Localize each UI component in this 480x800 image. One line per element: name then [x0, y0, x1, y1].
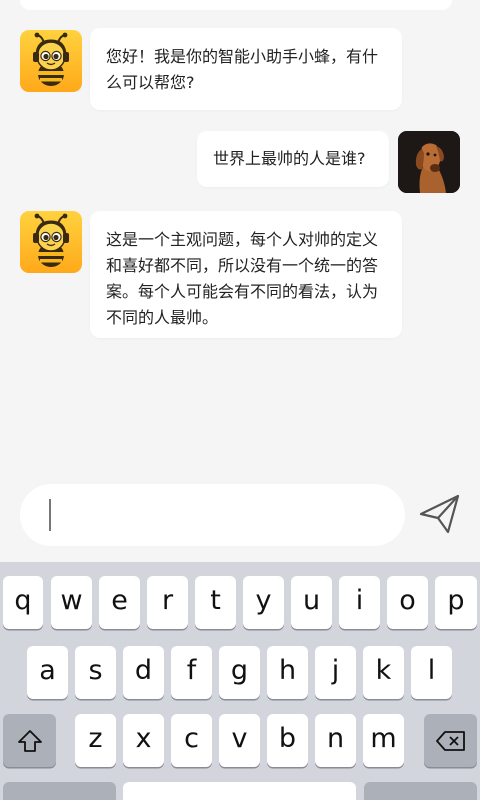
key-u[interactable]: u [291, 576, 332, 629]
key-e[interactable]: e [99, 576, 140, 629]
send-button[interactable] [418, 492, 462, 536]
message-line: 世界上最帅的人是谁? [213, 149, 366, 168]
key-y[interactable]: y [243, 576, 284, 629]
key-i[interactable]: i [339, 576, 380, 629]
key-k[interactable]: k [363, 646, 404, 699]
key-o[interactable]: o [387, 576, 428, 629]
text-caret [49, 499, 51, 531]
key-p[interactable]: p [435, 576, 477, 629]
key-s[interactable]: s [75, 646, 116, 699]
bot-message-bubble: 您好！我是你的智能小助手小蜂，有什 么可以帮您? [90, 28, 402, 110]
backspace-icon [435, 730, 465, 751]
dog-photo [398, 131, 460, 193]
return-key[interactable] [364, 782, 477, 800]
bot-avatar [20, 211, 82, 273]
space-key[interactable] [123, 782, 356, 800]
key-q[interactable]: q [3, 576, 43, 629]
message-line: 案。每个人可能会有不同的看法，认为 [106, 282, 379, 301]
key-z[interactable]: z [75, 714, 116, 767]
key-d[interactable]: d [123, 646, 164, 699]
message-line: 不同的人最帅。 [106, 308, 219, 327]
key-j[interactable]: j [315, 646, 356, 699]
key-l[interactable]: l [411, 646, 452, 699]
message-line: 您好！我是你的智能小助手小蜂，有什 [106, 47, 379, 66]
key-h[interactable]: h [267, 646, 308, 699]
key-n[interactable]: n [315, 714, 356, 767]
user-message-bubble: 世界上最帅的人是谁? [197, 131, 389, 187]
key-a[interactable]: a [27, 646, 68, 699]
backspace-key[interactable] [424, 714, 477, 767]
message-line: 这是一个主观问题，每个人对帅的定义 [106, 230, 379, 249]
bot-message-bubble: 这是一个主观问题，每个人对帅的定义 和喜好都不同，所以没有一个统一的答 案。每个… [90, 211, 402, 338]
key-m[interactable]: m [363, 714, 404, 767]
bee-mascot-icon [33, 213, 69, 267]
key-g[interactable]: g [219, 646, 260, 699]
key-w[interactable]: w [51, 576, 92, 629]
key-t[interactable]: t [195, 576, 236, 629]
numbers-key[interactable] [3, 782, 116, 800]
key-c[interactable]: c [171, 714, 212, 767]
message-input[interactable] [20, 484, 405, 546]
bee-mascot-icon [33, 32, 69, 86]
message-line: 么可以帮您? [106, 73, 195, 92]
user-avatar [398, 131, 460, 193]
shift-key[interactable] [3, 714, 56, 767]
bot-avatar [20, 30, 82, 92]
key-x[interactable]: x [123, 714, 164, 767]
key-b[interactable]: b [267, 714, 308, 767]
key-v[interactable]: v [219, 714, 260, 767]
key-r[interactable]: r [147, 576, 188, 629]
previous-message-edge [20, 0, 452, 10]
shift-icon [17, 729, 42, 752]
key-f[interactable]: f [171, 646, 212, 699]
on-screen-keyboard: q w e r t y u i o p a s d f g h j k l z … [0, 562, 480, 800]
message-line: 和喜好都不同，所以没有一个统一的答 [106, 256, 379, 275]
send-icon [419, 494, 460, 534]
